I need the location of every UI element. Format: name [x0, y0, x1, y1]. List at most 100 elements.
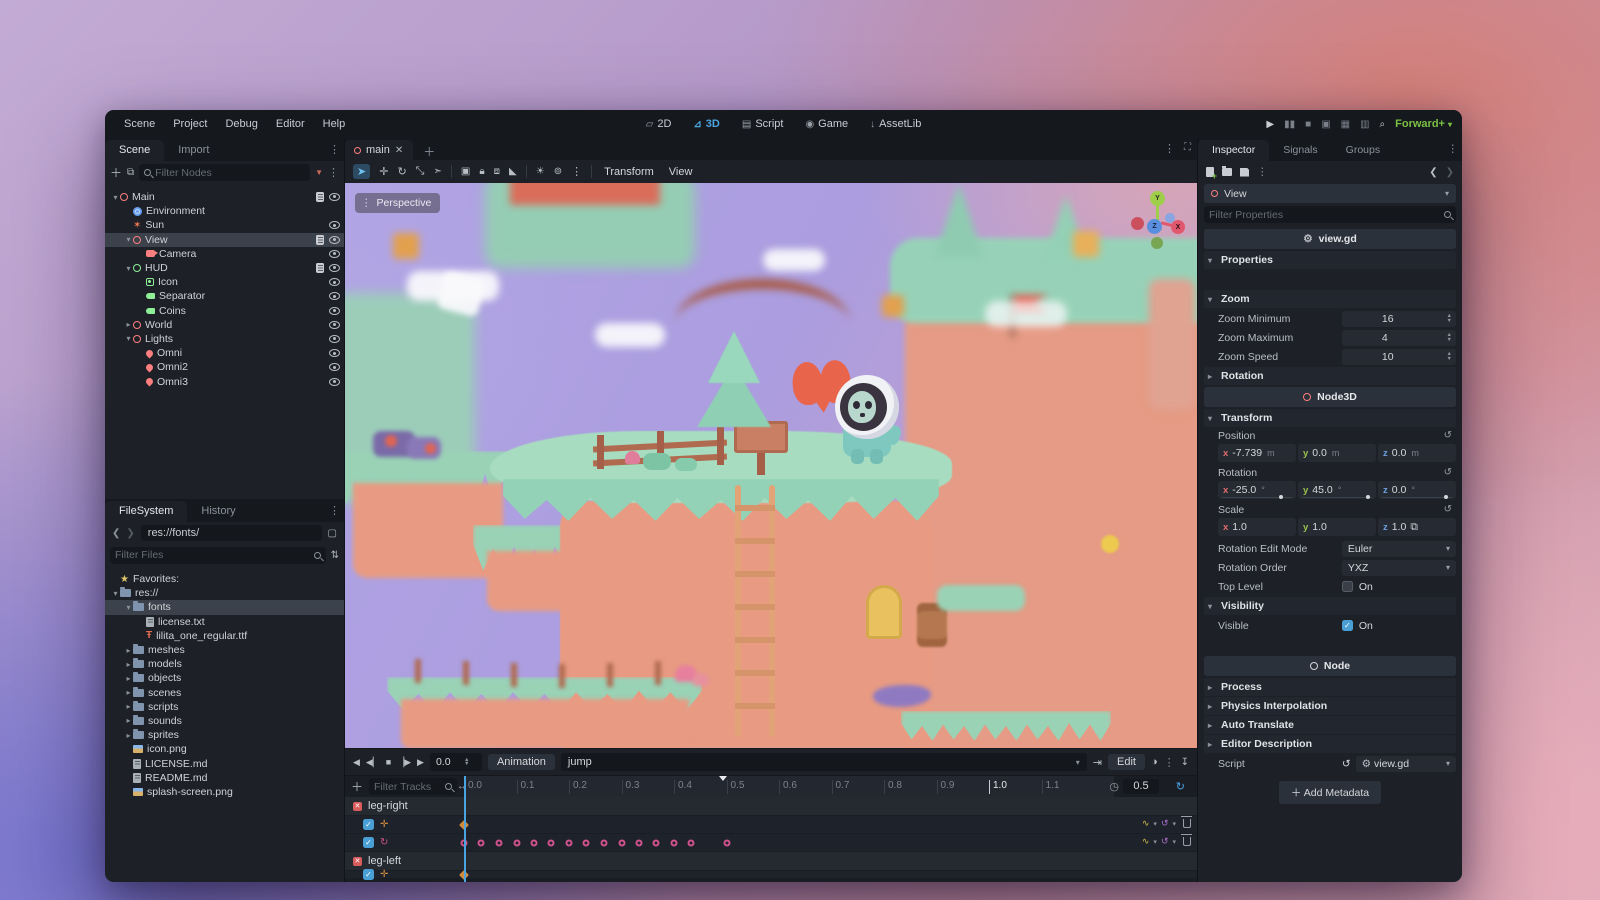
- rotate-tool-icon[interactable]: ↻: [397, 165, 406, 178]
- add-metadata-button[interactable]: ＋ Add Metadata: [1279, 781, 1381, 804]
- attached-script-icon[interactable]: [316, 192, 324, 202]
- track-row[interactable]: ✓↻∿▾↺▾: [345, 834, 1197, 852]
- sun-preview-icon[interactable]: ☀: [536, 166, 545, 177]
- file-tree-row[interactable]: README.md: [105, 771, 344, 785]
- pause-button[interactable]: ▮▮: [1284, 119, 1295, 130]
- snap-step-field[interactable]: 0.5: [1123, 779, 1159, 794]
- keyframe[interactable]: [513, 839, 520, 846]
- tab-inspector[interactable]: Inspector: [1198, 140, 1269, 161]
- number-field[interactable]: 4▲▼: [1342, 330, 1456, 346]
- file-tree-row[interactable]: ▸scenes: [105, 686, 344, 700]
- expander-icon[interactable]: ▸: [124, 320, 133, 329]
- dock-menu-icon[interactable]: ⋮: [329, 143, 340, 156]
- keyframe[interactable]: [530, 839, 537, 846]
- scene-tree-row[interactable]: Omni: [105, 346, 344, 360]
- history-forward-icon[interactable]: ❯: [1446, 167, 1454, 178]
- track-group-row[interactable]: leg-right: [345, 797, 1197, 816]
- menu-project[interactable]: Project: [166, 115, 214, 133]
- move-tool-icon[interactable]: ✛: [379, 165, 388, 178]
- track-enabled-checkbox[interactable]: ✓: [363, 837, 374, 848]
- dropdown-field[interactable]: YXZ▾: [1342, 560, 1456, 576]
- stepper-icon[interactable]: ▲▼: [1447, 314, 1452, 323]
- profiler-search-button[interactable]: ⌕: [1380, 119, 1386, 130]
- scene-tree-row[interactable]: ▾Main: [105, 190, 344, 204]
- category-rotation[interactable]: ▸Rotation: [1204, 367, 1456, 385]
- loop-animation-icon[interactable]: ↻: [1176, 780, 1185, 793]
- attached-script-icon[interactable]: [316, 235, 324, 245]
- z-component-field[interactable]: z0.0°: [1378, 481, 1456, 499]
- delete-track-icon[interactable]: [1183, 837, 1191, 846]
- visibility-eye-icon[interactable]: [329, 264, 340, 272]
- scene-tree-row[interactable]: ▾View: [105, 233, 344, 247]
- visibility-eye-icon[interactable]: [329, 378, 340, 386]
- filter-properties-input[interactable]: [1209, 209, 1440, 221]
- pin-panel-icon[interactable]: ↧: [1181, 757, 1189, 768]
- select-tool-icon[interactable]: ➤: [353, 164, 370, 179]
- anim-play-icon[interactable]: ▶: [417, 757, 424, 768]
- keyframe[interactable]: [688, 839, 695, 846]
- scene-tree-row[interactable]: Separator: [105, 289, 344, 303]
- new-resource-icon[interactable]: [1206, 167, 1214, 177]
- delete-track-icon[interactable]: [1183, 819, 1191, 828]
- transform-menu[interactable]: Transform: [601, 166, 657, 178]
- wrap-mode-icon[interactable]: ∿: [1142, 836, 1150, 847]
- scene-tree-menu-icon[interactable]: ⋮: [328, 166, 339, 179]
- anim-stop-icon[interactable]: ■: [386, 757, 391, 767]
- chevron-down-icon[interactable]: ▾: [1172, 820, 1176, 828]
- scene-tree-row[interactable]: ▾Lights: [105, 332, 344, 346]
- chevron-down-icon[interactable]: ▾: [1172, 838, 1176, 846]
- unlock-node-icon[interactable]: 🔒︎: [479, 166, 484, 177]
- movie-writer-button[interactable]: ▥: [1360, 119, 1369, 130]
- tab-import[interactable]: Import: [164, 140, 223, 161]
- play-backwards-icon[interactable]: ◀: [353, 757, 360, 768]
- expander-icon[interactable]: ▾: [124, 603, 133, 612]
- track-enabled-checkbox[interactable]: ✓: [363, 869, 374, 880]
- time-input[interactable]: [430, 756, 464, 768]
- inspector-dock-menu-icon[interactable]: ⋮: [1448, 143, 1459, 155]
- reset-icon[interactable]: ↺: [1444, 467, 1452, 478]
- history-back-icon[interactable]: ❮: [1429, 167, 1437, 178]
- perspective-button[interactable]: ⋮ Perspective: [355, 193, 440, 213]
- x-component-field[interactable]: x-25.0°: [1218, 481, 1296, 499]
- tabbar-menu-icon[interactable]: ⋮: [1164, 142, 1175, 155]
- wrap-mode-icon[interactable]: ∿: [1142, 818, 1150, 829]
- visibility-eye-icon[interactable]: [329, 221, 340, 229]
- value-slider[interactable]: [1382, 497, 1452, 498]
- tab-signals[interactable]: Signals: [1269, 140, 1331, 161]
- expander-icon[interactable]: ▸: [124, 688, 133, 697]
- keyframe[interactable]: [495, 839, 502, 846]
- visibility-eye-icon[interactable]: [329, 335, 340, 343]
- filter-options-icon[interactable]: ▼: [315, 168, 323, 177]
- menu-debug[interactable]: Debug: [218, 115, 264, 133]
- category-process[interactable]: ▸Process: [1204, 678, 1456, 696]
- scene-tab-main[interactable]: main ✕: [345, 140, 413, 160]
- filter-files-input[interactable]: [115, 549, 310, 561]
- animation-menu-button[interactable]: Animation: [488, 754, 555, 770]
- instance-scene-button[interactable]: ⧉: [127, 167, 134, 178]
- edited-node-selector[interactable]: View ▾: [1204, 184, 1456, 203]
- onion-skin-icon[interactable]: ◑: [1151, 756, 1158, 768]
- visibility-eye-icon[interactable]: [329, 363, 340, 371]
- file-tree-row[interactable]: LICENSE.md: [105, 756, 344, 770]
- viewport-3d[interactable]: ⋮ Perspective Y Z X: [345, 183, 1197, 748]
- time-stepper[interactable]: ▲▼: [464, 758, 469, 767]
- checkbox[interactable]: ✓: [1342, 620, 1353, 631]
- expander-icon[interactable]: ▾: [124, 264, 133, 273]
- y-component-field[interactable]: y45.0°: [1298, 481, 1376, 499]
- menu-editor[interactable]: Editor: [269, 115, 312, 133]
- track-enabled-checkbox[interactable]: ✓: [363, 819, 374, 830]
- autoplay-icon[interactable]: ⇥: [1093, 756, 1102, 769]
- scene-tree-row[interactable]: Omni2: [105, 360, 344, 374]
- edit-animation-button[interactable]: Edit: [1108, 754, 1145, 770]
- animation-menu-icon[interactable]: ⋮: [1164, 756, 1175, 769]
- keyframe[interactable]: [600, 839, 607, 846]
- run-remote-button[interactable]: ▣: [1321, 119, 1330, 130]
- keyframe[interactable]: [478, 839, 485, 846]
- expander-icon[interactable]: ▾: [111, 193, 120, 202]
- category-editor-description[interactable]: ▸Editor Description: [1204, 735, 1456, 753]
- visibility-eye-icon[interactable]: [329, 236, 340, 244]
- renderer-dropdown[interactable]: Forward+ ▾: [1395, 118, 1452, 130]
- tab-scene[interactable]: Scene: [105, 140, 164, 161]
- category-transform[interactable]: ▾Transform: [1204, 409, 1456, 427]
- category-auto-translate[interactable]: ▸Auto Translate: [1204, 716, 1456, 734]
